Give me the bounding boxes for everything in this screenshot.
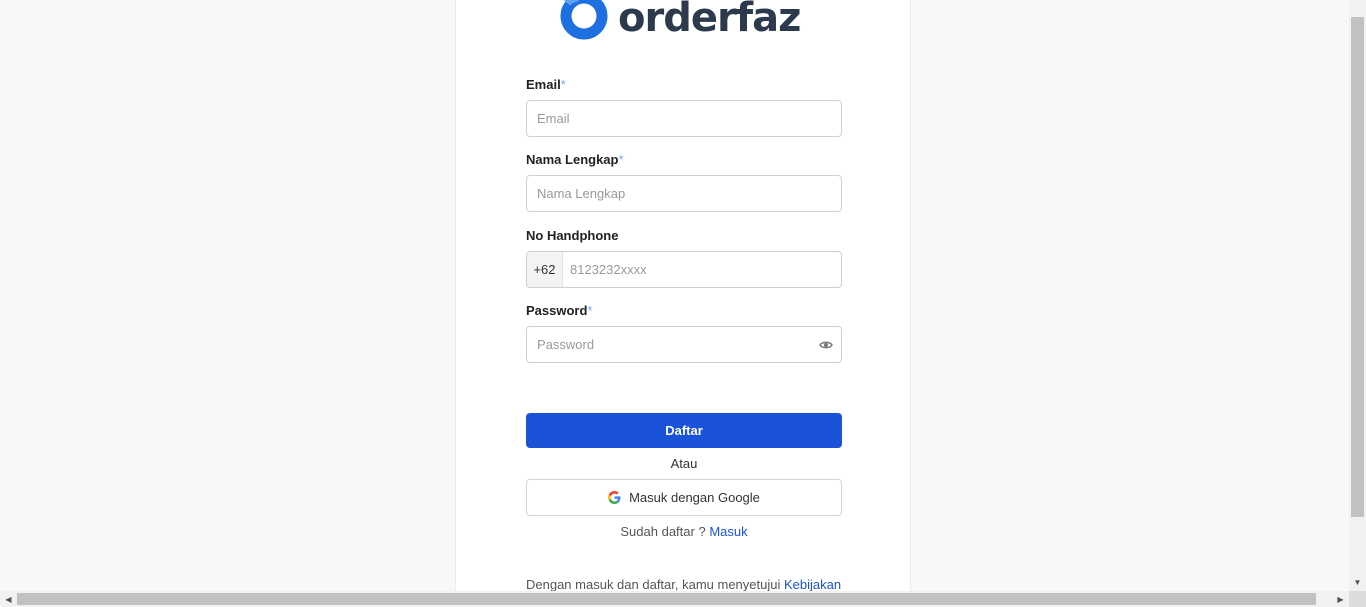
google-login-label: Masuk dengan Google (629, 490, 760, 505)
google-login-button[interactable]: Masuk dengan Google (526, 479, 842, 516)
password-field[interactable] (527, 327, 811, 362)
phone-field[interactable] (563, 252, 841, 287)
login-link[interactable]: Masuk (709, 524, 747, 539)
vertical-scroll-thumb[interactable] (1351, 17, 1364, 517)
scroll-down-arrow-icon[interactable]: ▼ (1349, 574, 1366, 591)
scroll-left-arrow-icon[interactable]: ◀ (0, 591, 17, 607)
scroll-right-arrow-icon[interactable]: ▶ (1332, 591, 1349, 607)
phone-field-wrapper: +62 (526, 251, 842, 288)
eye-icon[interactable] (811, 340, 841, 350)
fullname-label: Nama Lengkap* (526, 152, 624, 167)
vertical-scrollbar[interactable]: ▼ (1349, 0, 1366, 591)
email-label: Email* (526, 77, 566, 92)
or-divider-text: Atau (670, 456, 698, 471)
register-button[interactable]: Daftar (526, 413, 842, 448)
required-marker: * (560, 77, 566, 92)
email-field[interactable] (527, 101, 841, 136)
already-registered-text: Sudah daftar ? (620, 524, 706, 539)
already-registered-line: Sudah daftar ? Masuk (526, 524, 842, 539)
horizontal-scrollbar[interactable]: ◀ ▶ (0, 591, 1349, 607)
horizontal-scroll-thumb[interactable] (17, 593, 1316, 605)
fullname-field-wrapper (526, 175, 842, 212)
password-field-wrapper (526, 326, 842, 363)
required-marker: * (618, 152, 624, 167)
terms-sentence: Dengan masuk dan daftar, kamu menyetujui (526, 577, 781, 591)
brand-logo: orderfaz (556, 0, 801, 46)
scrollbar-corner (1349, 591, 1366, 607)
phone-label: No Handphone (526, 228, 619, 243)
fullname-field[interactable] (527, 176, 841, 211)
password-label: Password* (526, 303, 593, 318)
password-group: Password* (526, 302, 842, 363)
phone-group: No Handphone +62 (526, 227, 842, 288)
country-code-prefix: +62 (527, 252, 563, 287)
brand-name: orderfaz (618, 0, 801, 41)
required-marker: * (587, 303, 593, 318)
policy-link[interactable]: Kebijakan (784, 577, 841, 591)
orderfaz-logo-icon (560, 0, 608, 40)
email-group: Email* (526, 76, 842, 137)
terms-text: Dengan masuk dan daftar, kamu menyetujui… (526, 577, 856, 591)
email-field-wrapper (526, 100, 842, 137)
google-icon (608, 491, 621, 504)
fullname-group: Nama Lengkap* (526, 151, 842, 212)
register-card: orderfaz Email* Nama Lengkap* No Handpho… (455, 0, 911, 591)
